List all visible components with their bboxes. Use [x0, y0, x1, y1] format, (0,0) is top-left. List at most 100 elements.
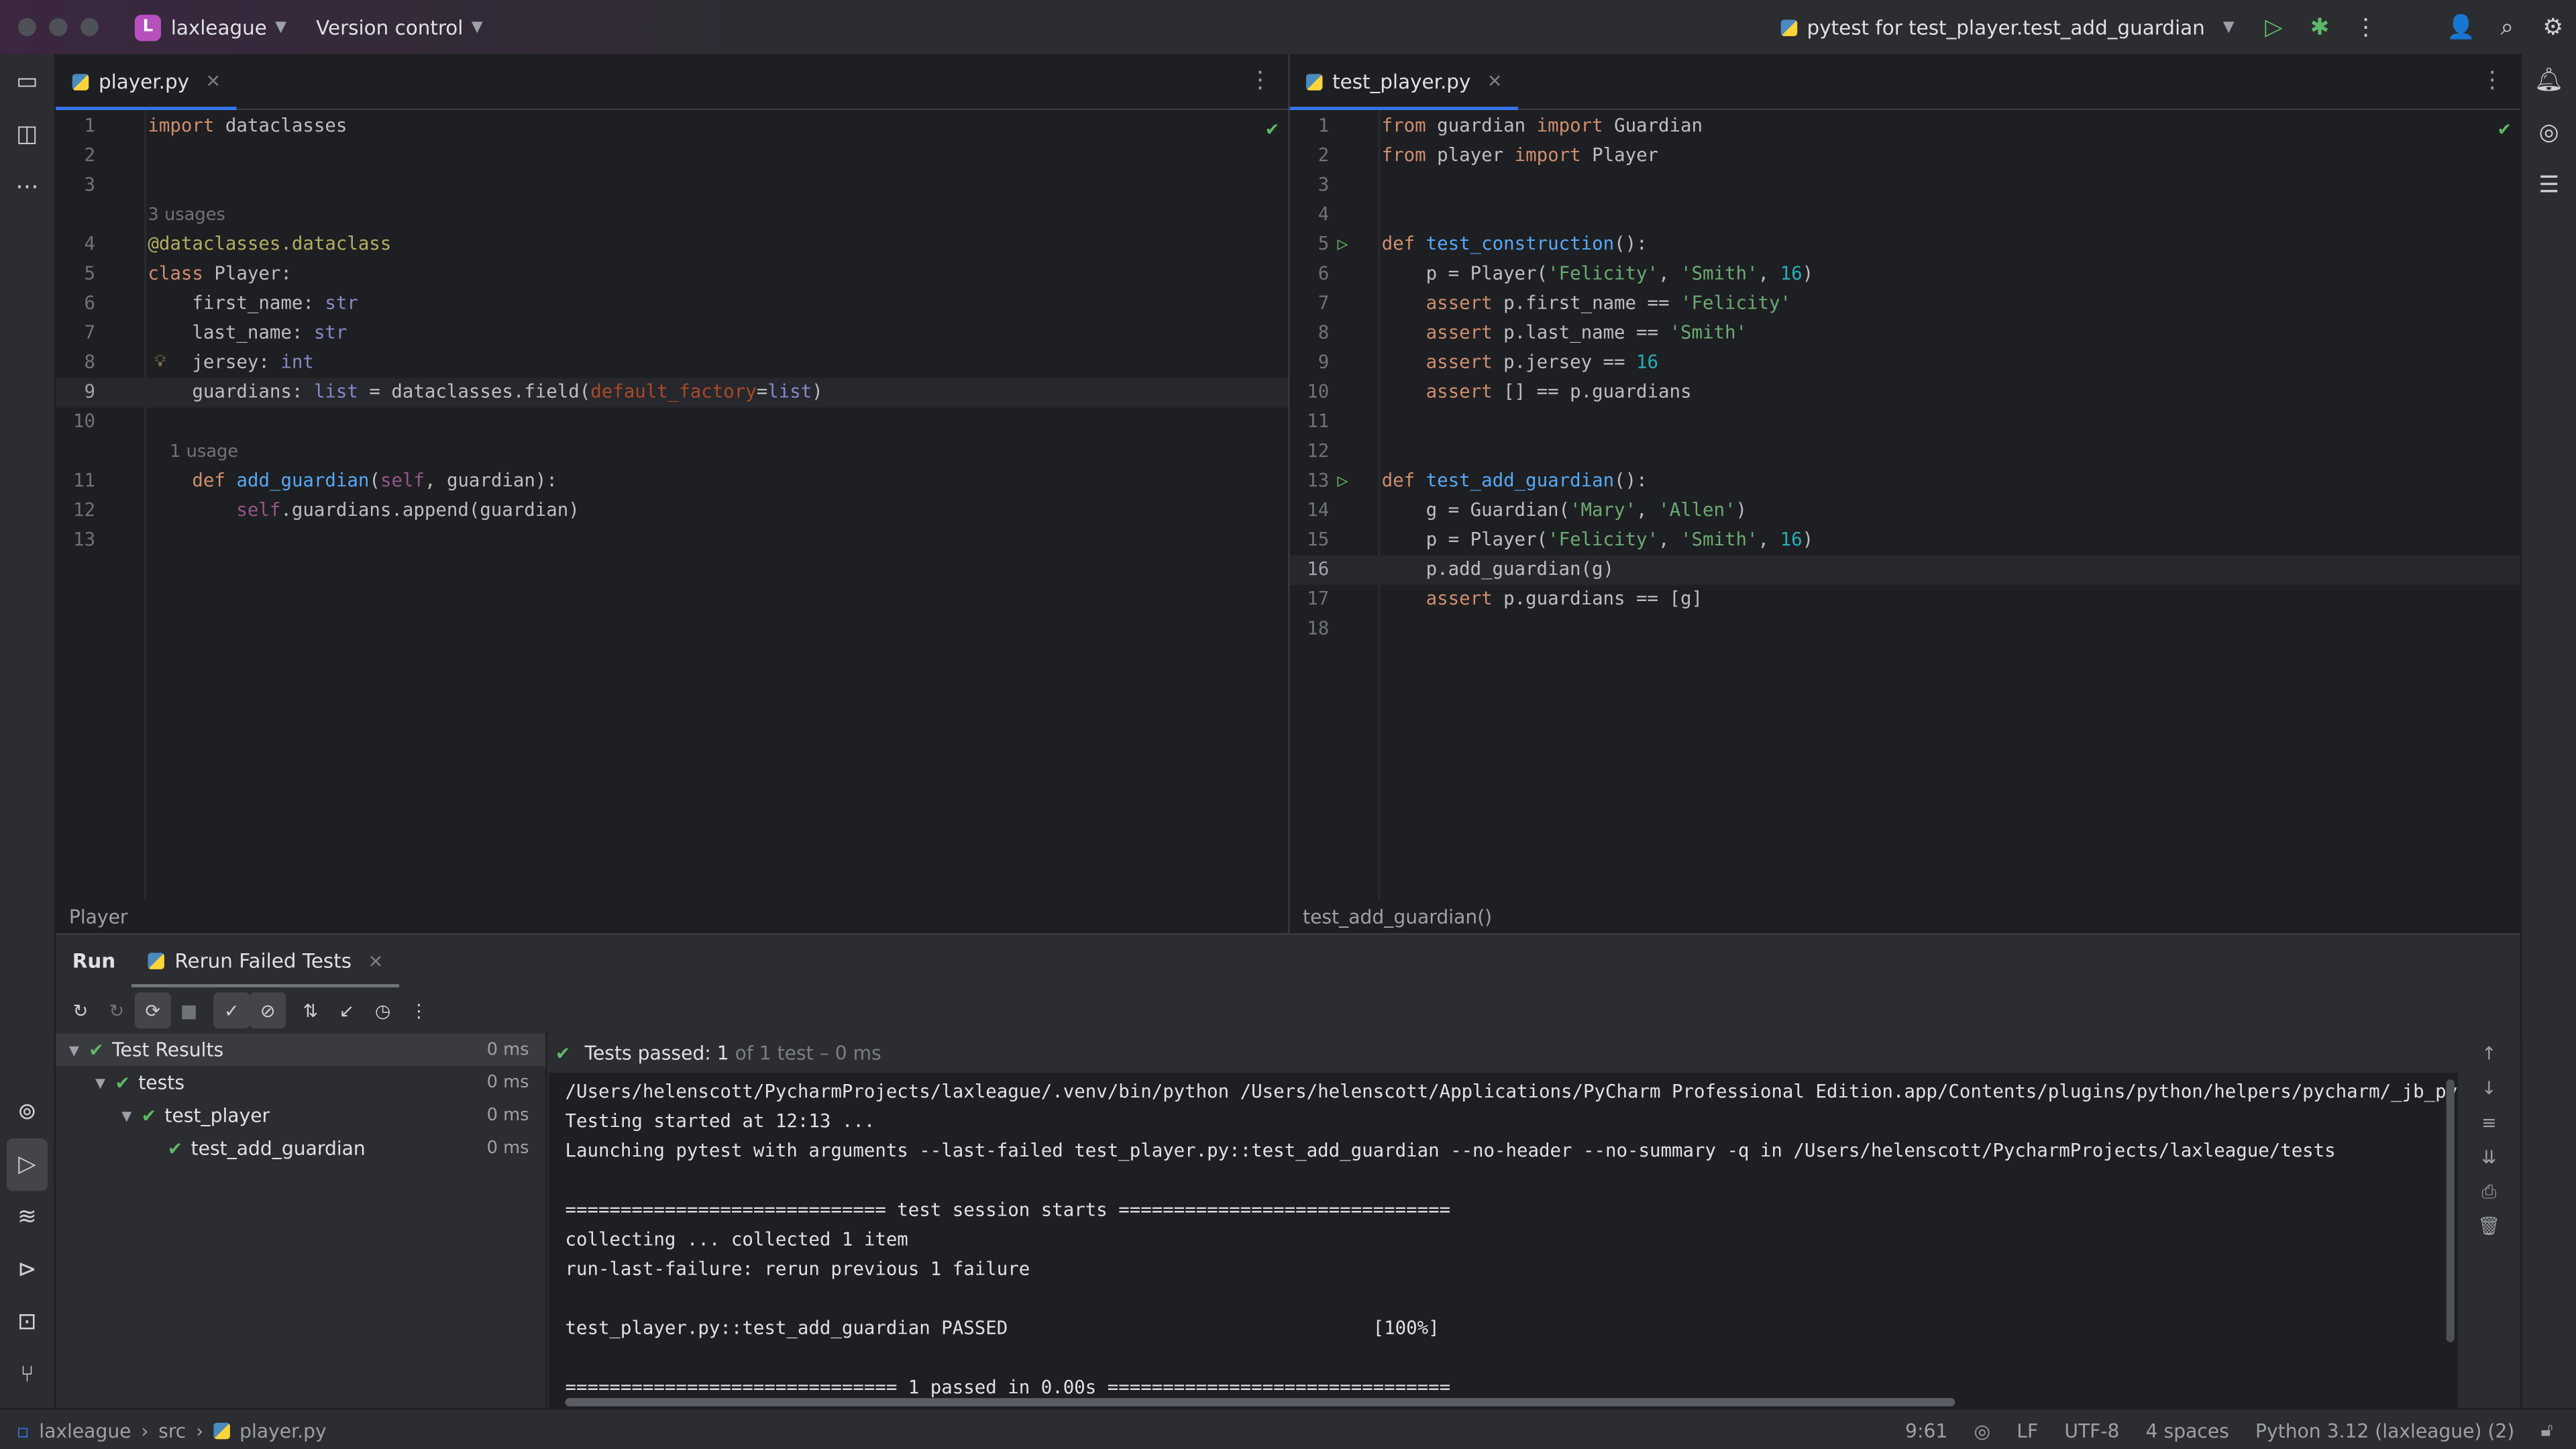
close-icon[interactable]: ✕ — [368, 951, 384, 972]
gear-icon[interactable]: ⚙ — [2530, 0, 2576, 54]
editor-breadcrumb[interactable]: test_add_guardian() — [1289, 900, 1492, 933]
code-line[interactable]: 11 — [1289, 407, 2520, 437]
down-arrow-icon[interactable]: ↓ — [2458, 1071, 2520, 1106]
close-icon[interactable]: ✕ — [1487, 70, 1503, 92]
breadcrumb-project[interactable]: laxleague — [39, 1419, 131, 1442]
code-line[interactable]: 7 last_name: str — [56, 319, 1288, 348]
code-line[interactable]: 5 class Player: — [56, 260, 1288, 289]
code-line[interactable]: 6 p = Player('Felicity', 'Smith', 16) — [1289, 260, 2520, 289]
services-icon[interactable]: ⊳ — [0, 1244, 54, 1296]
code-line[interactable]: 2 from player import Player — [1289, 142, 2520, 171]
code-line[interactable]: 5 ▷ def test_construction(): — [1289, 230, 2520, 260]
horizontal-scrollbar[interactable] — [565, 1398, 1955, 1407]
test-tree-item[interactable]: ▼ ✔ test_player 0 ms — [56, 1099, 545, 1132]
run-tool-icon[interactable]: ▷ — [6, 1138, 48, 1191]
test-tree-item[interactable]: ✔ test_add_guardian 0 ms — [56, 1132, 545, 1165]
more-options-icon[interactable]: ⋮ — [2481, 67, 2504, 93]
code-line[interactable]: 17 assert p.guardians == [g] — [1289, 585, 2520, 614]
toggle-auto-test-icon[interactable]: ⟳ — [134, 992, 171, 1029]
breadcrumb-file[interactable]: player.py — [239, 1419, 326, 1442]
layers-icon[interactable]: ≋ — [0, 1191, 54, 1244]
more-options-icon[interactable]: ⋮ — [401, 992, 437, 1028]
code-line[interactable]: 1 usage — [56, 437, 1288, 466]
code-line[interactable]: 12 — [1289, 437, 2520, 466]
stop-icon[interactable]: ■ — [171, 992, 207, 1028]
code-line[interactable]: 10 — [56, 407, 1288, 437]
window-controls[interactable] — [17, 17, 99, 36]
sort-icon[interactable]: ⇅ — [292, 992, 329, 1028]
line-separator[interactable]: LF — [2017, 1419, 2038, 1442]
vertical-scrollbar[interactable] — [2446, 1079, 2455, 1342]
code-line[interactable]: 12 self.guardians.append(guardian) — [56, 496, 1288, 526]
history-icon[interactable]: ◷ — [365, 992, 401, 1028]
project-name[interactable]: laxleague — [171, 15, 267, 38]
editor-breadcrumb[interactable]: Player — [56, 900, 128, 933]
lock-icon[interactable]: 🔓︎ — [2540, 1417, 2553, 1442]
show-passed-icon[interactable]: ✓ — [213, 992, 250, 1029]
code-line[interactable]: 9 assert p.jersey == 16 — [1289, 348, 2520, 378]
test-tree-item[interactable]: ▼ ✔ tests 0 ms — [56, 1066, 545, 1099]
run-configuration[interactable]: pytest for test_player.test_add_guardian — [1807, 15, 2205, 38]
terminal-icon[interactable]: ⊡ — [0, 1296, 54, 1348]
code-line[interactable]: 11 def add_guardian(self, guardian): — [56, 467, 1288, 496]
code-line[interactable]: 16 p.add_guardian(g) — [1289, 555, 2520, 585]
code-line[interactable]: 8 jersey: int — [56, 348, 1288, 378]
run-test-gutter-icon[interactable]: ▷ — [1337, 230, 1348, 260]
code-area[interactable]: ✔ 1 import dataclasses 2 3 3 usages 4 @datacla… — [56, 110, 1289, 901]
code-line[interactable]: 8 assert p.last_name == 'Smith' — [1289, 319, 2520, 348]
code-line[interactable]: 10 assert [] == p.guardians — [1289, 378, 2520, 407]
code-line[interactable]: 1 from guardian import Guardian — [1289, 112, 2520, 142]
breadcrumb-folder[interactable]: src — [158, 1419, 186, 1442]
caret-position[interactable]: 9:61 — [1905, 1419, 1947, 1442]
vcs-menu[interactable]: Version control — [316, 15, 463, 38]
python-interpreter[interactable]: Python 3.12 (laxleague) (2) — [2255, 1419, 2514, 1442]
chevron-down-icon[interactable]: ▼ — [472, 19, 483, 35]
code-line[interactable]: 7 assert p.first_name == 'Felicity' — [1289, 289, 2520, 319]
code-line[interactable]: 6 first_name: str — [56, 289, 1288, 319]
chevron-down-icon[interactable]: ▼ — [69, 1042, 89, 1057]
structure-icon[interactable]: ◫ — [0, 109, 54, 161]
chevron-down-icon[interactable]: ▼ — [275, 19, 286, 35]
folder-icon[interactable]: ▭ — [0, 56, 54, 108]
console-output[interactable]: ✔ Tests passed: 1 of 1 test – 0 ms /User… — [548, 1033, 2458, 1410]
rerun-failed-icon[interactable]: ↻ — [99, 992, 135, 1028]
database-icon[interactable]: ☰ — [2522, 160, 2576, 212]
minimize-window-button[interactable] — [49, 17, 68, 36]
git-branch-icon[interactable]: ⑂ — [0, 1349, 54, 1401]
code-line[interactable]: 3 — [56, 171, 1288, 201]
code-line[interactable]: 3 — [1289, 171, 2520, 201]
lightbulb-icon[interactable]: 💡︎ — [154, 348, 166, 378]
code-line[interactable]: 13 — [56, 526, 1288, 555]
debug-icon[interactable]: ✱ — [2297, 0, 2343, 54]
code-line[interactable]: 1 import dataclasses — [56, 112, 1288, 142]
close-window-button[interactable] — [17, 17, 36, 36]
code-line[interactable]: 15 p = Player('Felicity', 'Smith', 16) — [1289, 526, 2520, 555]
zoom-window-button[interactable] — [80, 17, 99, 36]
code-line[interactable]: 13 ▷ def test_add_guardian(): — [1289, 467, 2520, 496]
tab-run[interactable]: Run — [56, 934, 131, 987]
more-options-icon[interactable]: ⋮ — [2343, 0, 2389, 54]
soft-wrap-icon[interactable]: ≡ — [2458, 1106, 2520, 1140]
chevron-down-icon[interactable]: ▼ — [2223, 19, 2235, 35]
python-console-icon[interactable]: ⊚ — [0, 1086, 54, 1138]
project-badge[interactable]: L — [134, 13, 162, 41]
print-icon[interactable]: ⎙ — [2458, 1175, 2520, 1209]
code-line[interactable]: 2 — [56, 142, 1288, 171]
more-tools-icon[interactable]: ⋯ — [0, 161, 54, 213]
code-line[interactable]: 4 — [1289, 201, 2520, 230]
collapse-icon[interactable]: ↙ — [329, 992, 365, 1028]
ai-assistant-icon[interactable]: ◎ — [2522, 107, 2576, 159]
close-icon[interactable]: ✕ — [206, 70, 221, 92]
code-line[interactable]: 14 g = Guardian('Mary', 'Allen') — [1289, 496, 2520, 526]
notifications-icon[interactable]: 🔔︎ — [2522, 54, 2576, 107]
code-area[interactable]: ✔ 1 from guardian import Guardian 2 from pl… — [1289, 110, 2520, 901]
rerun-icon[interactable]: ↻ — [62, 992, 99, 1028]
ai-status-icon[interactable]: ◎ — [1974, 1419, 1990, 1442]
more-options-icon[interactable]: ⋮ — [1248, 67, 1271, 93]
indent-setting[interactable]: 4 spaces — [2146, 1419, 2229, 1442]
tab-rerun-failed-tests[interactable]: Rerun Failed Tests ✕ — [131, 934, 400, 987]
code-line[interactable]: 18 — [1289, 614, 2520, 644]
code-line[interactable]: 4 @dataclasses.dataclass — [56, 230, 1288, 260]
code-line[interactable]: 9 guardians: list = dataclasses.field(de… — [56, 378, 1289, 408]
show-ignored-icon[interactable]: ⊘ — [250, 992, 286, 1029]
